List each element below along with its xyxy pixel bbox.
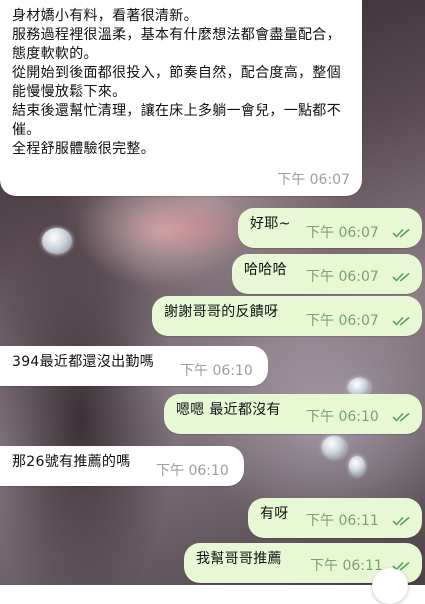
double-check-icon — [392, 272, 410, 282]
message-time: 下午 06:07 — [277, 172, 350, 188]
message-bubble-incoming[interactable]: 身材嬌小有料，看著很清新。 服務過程裡很溫柔，基本有什麼想法都會盡量配合，態度軟… — [0, 0, 362, 196]
wallpaper-ring-left — [42, 228, 72, 254]
message-text: 那26號有推薦的嗎 — [12, 454, 131, 470]
message-text: 哈哈哈 — [244, 262, 287, 278]
message-text: 394最近都還沒出勤嗎 — [12, 354, 155, 370]
message-time: 下午 06:10 — [306, 409, 379, 425]
double-check-icon — [392, 316, 410, 326]
message-bubble-incoming[interactable]: 394最近都還沒出勤嗎 下午 06:10 — [0, 346, 268, 386]
message-bubble-outgoing[interactable]: 哈哈哈 下午 06:07 — [232, 254, 422, 294]
message-text: 好耶~ — [250, 216, 291, 232]
message-time: 下午 06:10 — [156, 463, 229, 479]
message-time: 下午 06:11 — [306, 513, 379, 529]
message-text: 身材嬌小有料，看著很清新。 服務過程裡很溫柔，基本有什麼想法都會盡量配合，態度軟… — [12, 8, 341, 157]
message-time: 下午 06:07 — [306, 269, 379, 285]
message-bubble-outgoing[interactable]: 好耶~ 下午 06:07 — [238, 208, 422, 248]
message-time: 下午 06:11 — [310, 558, 383, 574]
double-check-icon — [392, 228, 410, 238]
wallpaper-ring-right-2 — [322, 436, 346, 458]
message-time: 下午 06:10 — [180, 363, 253, 379]
message-text: 嗯嗯 最近都沒有 — [176, 402, 281, 418]
message-text: 我幫哥哥推薦 — [196, 551, 282, 567]
message-text: 謝謝哥哥的反饋呀 — [164, 304, 279, 320]
message-text: 有呀 — [260, 506, 289, 522]
message-bubble-outgoing[interactable]: 謝謝哥哥的反饋呀 下午 06:07 — [152, 296, 422, 336]
message-bubble-outgoing[interactable]: 有呀 下午 06:11 — [248, 498, 422, 538]
scroll-down-button[interactable] — [372, 568, 408, 604]
message-bubble-incoming[interactable]: 那26號有推薦的嗎 下午 06:10 — [0, 446, 244, 486]
double-check-icon — [392, 412, 410, 422]
message-time: 下午 06:07 — [306, 313, 379, 329]
double-check-icon — [392, 516, 410, 526]
wallpaper-ring-right-3 — [349, 456, 365, 476]
message-bubble-outgoing[interactable]: 嗯嗯 最近都沒有 下午 06:10 — [164, 394, 422, 434]
message-time: 下午 06:07 — [306, 225, 379, 241]
